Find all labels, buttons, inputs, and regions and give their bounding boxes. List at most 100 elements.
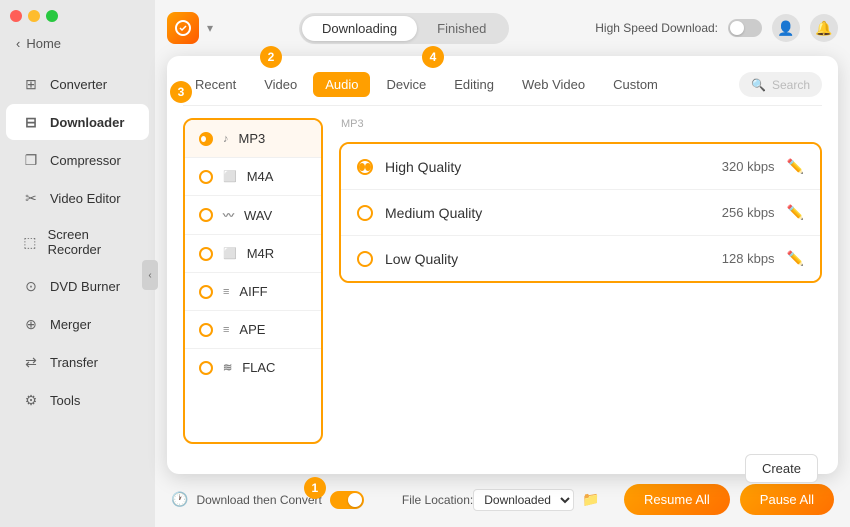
tab-audio[interactable]: Audio [313,72,370,97]
sidebar-label-dvd-burner: DVD Burner [50,279,120,294]
tab-web-video[interactable]: Web Video [510,72,597,97]
minimize-button[interactable] [28,10,40,22]
sidebar-item-compressor[interactable]: ❐ Compressor [6,142,149,178]
low-quality-label: Low Quality [385,251,722,267]
flac-icon: ≋ [223,361,232,374]
sidebar-label-compressor: Compressor [50,153,121,168]
aiff-label: AIFF [239,284,267,299]
sidebar-item-screen-recorder[interactable]: ⬚ Screen Recorder [6,218,149,266]
screen-recorder-icon: ⬚ [22,233,38,251]
downloader-icon: ⊟ [22,113,40,131]
high-quality-radio[interactable] [357,159,373,175]
user-icon[interactable]: 👤 [772,14,800,42]
m4r-label: M4R [247,246,274,261]
mp3-icon: ♪ [223,133,229,145]
sidebar-item-converter[interactable]: ⊞ Converter [6,66,149,102]
aiff-radio[interactable] [199,285,213,299]
search-box[interactable]: 🔍 Search [739,72,822,97]
tab-recent[interactable]: Recent [183,72,248,97]
high-quality-edit-icon[interactable]: ✏️ [787,158,804,175]
maximize-button[interactable] [46,10,58,22]
high-speed-toggle[interactable] [728,19,762,37]
sidebar-item-dvd-burner[interactable]: ⊙ DVD Burner [6,268,149,304]
tools-icon: ⚙ [22,391,40,409]
m4r-icon: ⬜ [223,247,237,260]
compressor-icon: ❐ [22,151,40,169]
sidebar-collapse-button[interactable]: ‹ [142,260,158,290]
sidebar-item-downloader[interactable]: ⊟ Downloader [6,104,149,140]
help-icon[interactable]: 🔔 [810,14,838,42]
mp3-radio[interactable] [199,132,213,146]
format-m4a[interactable]: ⬜ M4A [185,158,321,196]
step-badge-2: 2 [260,46,282,68]
sidebar-home[interactable]: ‹ Home [0,30,155,57]
format-modal: Recent Video Audio Device Editing Web Vi… [167,56,838,474]
quality-medium[interactable]: Medium Quality 256 kbps ✏️ [341,190,820,236]
main-panel: ▾ Downloading Finished High Speed Downlo… [155,0,850,527]
flac-radio[interactable] [199,361,213,375]
high-speed-label: High Speed Download: [595,21,718,35]
action-buttons: Resume All Pause All [624,484,834,515]
m4a-label: M4A [247,169,274,184]
transfer-icon: ⇄ [22,353,40,371]
sidebar-label-merger: Merger [50,317,91,332]
app-dropdown-arrow[interactable]: ▾ [207,21,213,35]
step-badge-3: 3 [170,81,192,103]
low-quality-bitrate: 128 kbps [722,251,775,266]
sidebar-item-transfer[interactable]: ⇄ Transfer [6,344,149,380]
file-location-select[interactable]: Downloaded [473,489,574,511]
tab-group: Downloading Finished [299,13,509,44]
format-tabs: Recent Video Audio Device Editing Web Vi… [183,72,822,106]
dvd-burner-icon: ⊙ [22,277,40,295]
app-icon [167,12,199,44]
medium-quality-radio[interactable] [357,205,373,221]
m4r-radio[interactable] [199,247,213,261]
resume-all-button[interactable]: Resume All [624,484,730,515]
m4a-icon: ⬜ [223,170,237,183]
medium-quality-label: Medium Quality [385,205,722,221]
m4a-radio[interactable] [199,170,213,184]
tab-finished[interactable]: Finished [417,16,506,41]
tab-editing[interactable]: Editing [442,72,506,97]
search-icon: 🔍 [751,78,766,92]
main-content: ▾ Downloading Finished High Speed Downlo… [155,0,850,527]
pause-all-button[interactable]: Pause All [740,484,834,515]
quality-low[interactable]: Low Quality 128 kbps ✏️ [341,236,820,281]
format-wav[interactable]: 〰 WAV [185,196,321,235]
format-flac[interactable]: ≋ FLAC [185,349,321,386]
tab-video[interactable]: Video [252,72,309,97]
tab-device[interactable]: Device [374,72,438,97]
wav-radio[interactable] [199,208,213,222]
bottom-bar: 🕐 Download then Convert 1 File Location:… [167,484,838,515]
mp3-label: MP3 [239,131,266,146]
step-badge-1: 1 [304,477,326,499]
ape-icon: ≡ [223,324,229,336]
quality-panel: MP3 High Quality 320 kbps ✏️ Medium Qual… [339,118,822,444]
create-button[interactable]: Create [745,454,818,483]
format-list: ♪ MP3 ⬜ M4A 〰 WAV [183,118,323,444]
quality-options: High Quality 320 kbps ✏️ Medium Quality … [339,142,822,283]
sidebar: ‹ Home ⊞ Converter ⊟ Downloader ❐ Compre… [0,0,155,527]
close-button[interactable] [10,10,22,22]
tab-custom[interactable]: Custom [601,72,670,97]
low-quality-radio[interactable] [357,251,373,267]
download-convert-label: Download then Convert [196,493,321,507]
sidebar-label-transfer: Transfer [50,355,98,370]
sidebar-item-merger[interactable]: ⊕ Merger [6,306,149,342]
quality-high[interactable]: High Quality 320 kbps ✏️ [341,144,820,190]
sidebar-label-video-editor: Video Editor [50,191,121,206]
sidebar-item-video-editor[interactable]: ✂ Video Editor [6,180,149,216]
wav-icon: 〰 [223,207,234,223]
format-mp3[interactable]: ♪ MP3 [185,120,321,158]
download-convert-toggle[interactable] [330,491,364,509]
sidebar-item-tools[interactable]: ⚙ Tools [6,382,149,418]
ape-radio[interactable] [199,323,213,337]
medium-quality-bitrate: 256 kbps [722,205,775,220]
format-ape[interactable]: ≡ APE [185,311,321,349]
medium-quality-edit-icon[interactable]: ✏️ [787,204,804,221]
tab-downloading[interactable]: Downloading [302,16,417,41]
format-m4r[interactable]: ⬜ M4R [185,235,321,273]
folder-icon[interactable]: 📁 [582,491,599,508]
low-quality-edit-icon[interactable]: ✏️ [787,250,804,267]
format-aiff[interactable]: ≡ AIFF [185,273,321,311]
